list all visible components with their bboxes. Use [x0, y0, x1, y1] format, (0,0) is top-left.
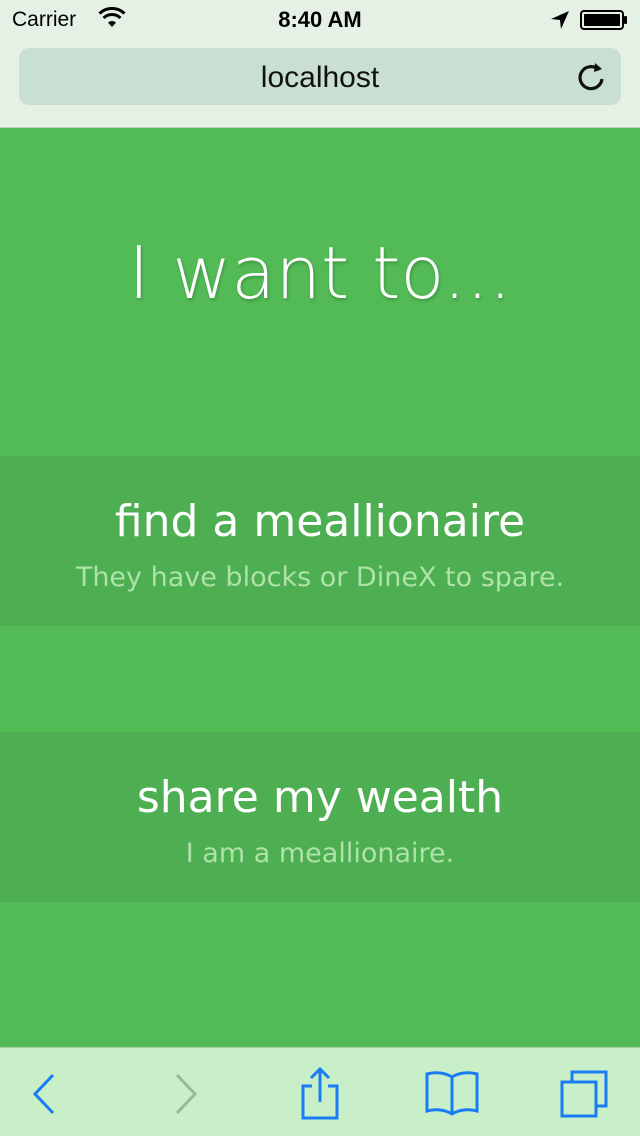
- page-heading: I want to...: [128, 231, 512, 315]
- status-bar: Carrier 8:40 AM: [0, 0, 640, 40]
- forward-button[interactable]: [158, 1066, 214, 1122]
- forward-icon: [175, 1073, 198, 1115]
- battery-icon: [580, 10, 627, 30]
- reload-icon[interactable]: [575, 60, 607, 92]
- spacer: [0, 626, 640, 732]
- option-subtitle: They have blocks or DineX to spare.: [75, 562, 565, 593]
- bookmarks-icon: [425, 1071, 479, 1116]
- spacer: [0, 902, 640, 1047]
- find-meallionaire-option[interactable]: find a meallionaire They have blocks or …: [0, 456, 640, 626]
- status-time: 8:40 AM: [278, 7, 362, 32]
- option-title: find a meallionaire: [114, 496, 526, 547]
- option-subtitle: I am a meallionaire.: [185, 838, 455, 869]
- option-title: share my wealth: [136, 772, 504, 823]
- bookmarks-button[interactable]: [422, 1066, 482, 1122]
- share-wealth-option[interactable]: share my wealth I am a meallionaire.: [0, 732, 640, 902]
- tabs-icon: [560, 1070, 608, 1118]
- back-button[interactable]: [16, 1066, 72, 1122]
- address-bar[interactable]: localhost: [19, 48, 621, 105]
- browser-top-bar: Carrier 8:40 AM localhost: [0, 0, 640, 128]
- hero-section: I want to...: [0, 129, 640, 456]
- location-arrow-icon: [551, 11, 569, 29]
- back-icon: [32, 1073, 55, 1115]
- share-button[interactable]: [292, 1066, 348, 1122]
- tabs-button[interactable]: [556, 1066, 612, 1122]
- share-icon: [301, 1066, 339, 1120]
- url-text: localhost: [260, 61, 380, 94]
- browser-toolbar: [0, 1047, 640, 1136]
